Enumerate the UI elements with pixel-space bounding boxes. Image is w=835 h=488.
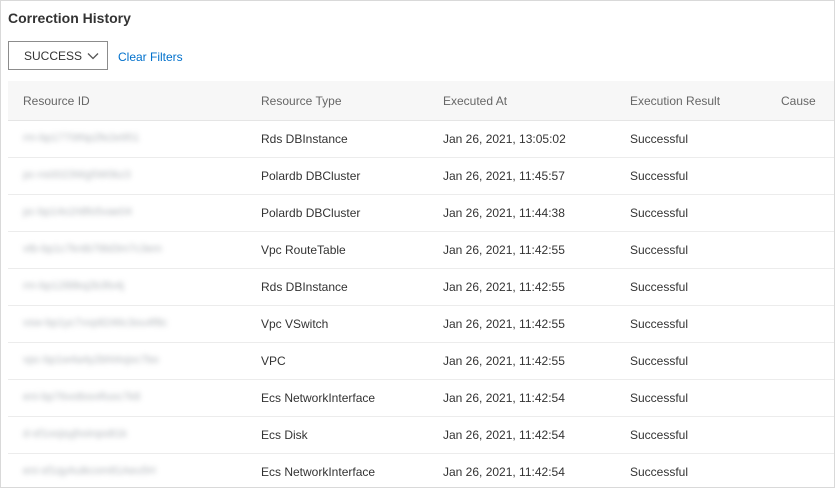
table-row: d-sf1oojsyjhoirqodt1k Ecs Disk Jan 26, 2… [8, 417, 834, 454]
column-header-cause[interactable]: Cause [781, 94, 816, 108]
resource-id-cell[interactable]: eni-sf1qyAuikcom81Aeu5H [23, 465, 156, 477]
executed-at-cell: Jan 26, 2021, 11:45:57 [443, 169, 565, 183]
chevron-down-icon [87, 53, 99, 60]
execution-result-cell: Successful [630, 169, 689, 183]
column-header-resource-type[interactable]: Resource Type [261, 94, 342, 108]
resource-id-cell[interactable]: rm-bp1288kq2b3fo4j [23, 280, 124, 292]
execution-result-cell: Successful [630, 354, 689, 368]
table-header: Resource ID Resource Type Executed At Ex… [8, 81, 834, 121]
resource-id-cell[interactable]: pc-ns0023Wg5W0kz3 [23, 169, 131, 181]
resource-id-cell[interactable]: vpc-bp1w4a4y2bhl4xjoc7bo [23, 354, 159, 366]
table-body: rm-bp1770tNp2fe2e951 Rds DBInstance Jan … [8, 121, 834, 487]
execution-result-cell: Successful [630, 428, 689, 442]
resource-type-cell: Vpc RouteTable [261, 243, 346, 257]
column-header-execution-result[interactable]: Execution Result [630, 94, 720, 108]
resource-type-cell: Polardb DBCluster [261, 169, 361, 183]
table-row: rm-bp1770tNp2fe2e951 Rds DBInstance Jan … [8, 121, 834, 158]
executed-at-cell: Jan 26, 2021, 11:42:55 [443, 317, 565, 331]
resource-id-cell[interactable]: pc-bp14s1h8fo5vae04 [23, 206, 132, 218]
resource-type-cell: Ecs NetworkInterface [261, 391, 376, 405]
clear-filters-link[interactable]: Clear Filters [118, 50, 183, 64]
correction-history-panel: Correction History SUCCESS Clear Filters… [0, 0, 835, 488]
resource-id-cell[interactable]: vtb-bp1c7kntb7t8d3m7c3em [23, 243, 162, 255]
page-title: Correction History [8, 10, 131, 26]
resource-type-cell: Vpc VSwitch [261, 317, 329, 331]
executed-at-cell: Jan 26, 2021, 11:42:54 [443, 465, 565, 479]
column-header-resource-id[interactable]: Resource ID [23, 94, 90, 108]
execution-result-cell: Successful [630, 280, 689, 294]
resource-type-cell: Rds DBInstance [261, 280, 348, 294]
execution-result-cell: Successful [630, 243, 689, 257]
column-header-executed-at[interactable]: Executed At [443, 94, 507, 108]
table-row: vpc-bp1w4a4y2bhl4xjoc7bo VPC Jan 26, 202… [8, 343, 834, 380]
resource-type-cell: Rds DBInstance [261, 132, 348, 146]
status-filter-value: SUCCESS [24, 48, 83, 63]
table-row: eni-bp76vo8oo4fuoc7k8 Ecs NetworkInterfa… [8, 380, 834, 417]
table-row: pc-bp14s1h8fo5vae04 Polardb DBCluster Ja… [8, 195, 834, 232]
executed-at-cell: Jan 26, 2021, 13:05:02 [443, 132, 566, 146]
execution-result-cell: Successful [630, 391, 689, 405]
resource-type-cell: VPC [261, 354, 286, 368]
table-row: pc-ns0023Wg5W0kz3 Polardb DBCluster Jan … [8, 158, 834, 195]
execution-result-cell: Successful [630, 132, 689, 146]
executed-at-cell: Jan 26, 2021, 11:44:38 [443, 206, 565, 220]
execution-result-cell: Successful [630, 206, 689, 220]
resource-type-cell: Ecs Disk [261, 428, 308, 442]
executed-at-cell: Jan 26, 2021, 11:42:55 [443, 280, 565, 294]
table-row: rm-bp1288kq2b3fo4j Rds DBInstance Jan 26… [8, 269, 834, 306]
resource-id-cell[interactable]: eni-bp76vo8oo4fuoc7k8 [23, 391, 140, 403]
table-row: vtb-bp1c7kntb7t8d3m7c3em Vpc RouteTable … [8, 232, 834, 269]
table-row: vsw-bp1yc7vvp8246c3ou4f8c Vpc VSwitch Ja… [8, 306, 834, 343]
execution-result-cell: Successful [630, 465, 689, 479]
status-filter-select[interactable]: SUCCESS [8, 41, 108, 70]
resource-id-cell[interactable]: vsw-bp1yc7vvp8246c3ou4f8c [23, 317, 167, 329]
executed-at-cell: Jan 26, 2021, 11:42:55 [443, 243, 565, 257]
executed-at-cell: Jan 26, 2021, 11:42:54 [443, 391, 565, 405]
resource-type-cell: Polardb DBCluster [261, 206, 361, 220]
executed-at-cell: Jan 26, 2021, 11:42:54 [443, 428, 565, 442]
executed-at-cell: Jan 26, 2021, 11:42:55 [443, 354, 565, 368]
resource-id-cell[interactable]: rm-bp1770tNp2fe2e951 [23, 132, 139, 144]
execution-result-cell: Successful [630, 317, 689, 331]
resource-id-cell[interactable]: d-sf1oojsyjhoirqodt1k [23, 428, 127, 440]
resource-type-cell: Ecs NetworkInterface [261, 465, 376, 479]
table-row: eni-sf1qyAuikcom81Aeu5H Ecs NetworkInter… [8, 454, 834, 487]
